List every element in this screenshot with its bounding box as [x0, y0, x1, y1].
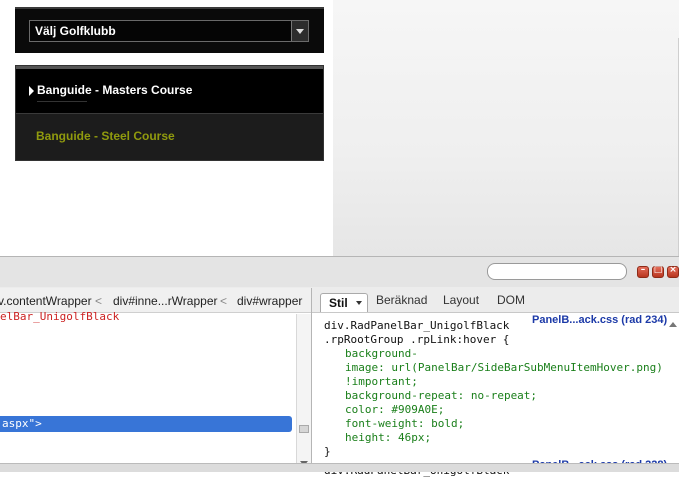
- html-code-line: elBar_UnigolfBlack: [0, 310, 120, 323]
- css-declaration[interactable]: font-weight: bold;: [345, 417, 464, 430]
- club-select-container: Välj Golfklubb: [15, 7, 324, 53]
- vertical-scrollbar[interactable]: [296, 314, 311, 472]
- css-source-link[interactable]: PanelB...ack.css (rad 234): [532, 314, 667, 326]
- tab-label: Stil: [329, 296, 348, 310]
- course-panelbar: Banguide - Masters Course Banguide - Ste…: [15, 65, 324, 161]
- breadcrumb-item[interactable]: div#wrapper: [237, 294, 302, 308]
- selected-html-node[interactable]: aspx">: [0, 416, 292, 432]
- tab-beraknad[interactable]: Beräknad: [376, 293, 427, 312]
- breadcrumb-item[interactable]: v.contentWrapper: [0, 294, 92, 308]
- scrollbar-thumb[interactable]: [299, 425, 309, 433]
- breadcrumb-separator: <: [220, 294, 228, 308]
- breadcrumb-item[interactable]: div#inne...rWrapper: [113, 294, 218, 308]
- css-selector: div.RadPanelBar_UnigolfBlack: [324, 319, 510, 332]
- tab-dom[interactable]: DOM: [497, 293, 525, 312]
- css-declaration[interactable]: !important;: [345, 375, 418, 388]
- close-icon[interactable]: ×: [667, 265, 679, 278]
- club-select-label: Välj Golfklubb: [35, 24, 116, 38]
- chevron-down-icon[interactable]: [291, 21, 308, 41]
- caret-right-icon: [29, 86, 34, 96]
- panelbar-item-label: Banguide - Steel Course: [36, 129, 175, 143]
- style-tabs: Stil Beräknad Layout DOM: [312, 288, 679, 313]
- vertical-scrollbar[interactable]: [667, 314, 679, 472]
- css-declaration[interactable]: color: #909A0E;: [345, 403, 444, 416]
- tab-layout[interactable]: Layout: [443, 293, 479, 312]
- html-code-line: aspx">: [2, 417, 42, 430]
- devtools-toolbar: – □ ×: [0, 257, 679, 287]
- chevron-down-icon: [356, 301, 362, 305]
- scroll-up-icon[interactable]: [669, 322, 677, 327]
- divider: [37, 101, 87, 102]
- panelbar-item-label: Banguide - Masters Course: [37, 83, 193, 97]
- panelbar-item-masters[interactable]: Banguide - Masters Course: [16, 69, 323, 114]
- css-declaration[interactable]: background-repeat: no-repeat;: [345, 389, 537, 402]
- devtools-search-input[interactable]: [487, 263, 627, 280]
- maximize-icon[interactable]: □: [652, 265, 664, 278]
- css-selector: .rpRootGroup .rpLink:hover {: [324, 333, 510, 346]
- minimize-icon[interactable]: –: [637, 265, 649, 278]
- html-panel: v.contentWrapper < div#inne...rWrapper <…: [0, 288, 312, 472]
- tab-stil[interactable]: Stil: [320, 293, 368, 312]
- css-declaration[interactable]: height: 46px;: [345, 431, 431, 444]
- page-background: [333, 0, 679, 256]
- breadcrumb-separator: <: [95, 294, 103, 308]
- style-panel: Stil Beräknad Layout DOM PanelB...ack.cs…: [312, 288, 679, 477]
- css-rule-close: }: [324, 445, 331, 458]
- css-declaration[interactable]: background-: [345, 347, 418, 360]
- css-declaration[interactable]: image: url(PanelBar/SideBarSubMenuItemHo…: [345, 361, 663, 374]
- panelbar-item-steel[interactable]: Banguide - Steel Course: [16, 114, 323, 160]
- webpage-content: Välj Golfklubb Banguide - Masters Course…: [0, 0, 333, 256]
- devtools-panel: – □ × v.contentWrapper < div#inne...rWra…: [0, 256, 679, 477]
- club-select-dropdown[interactable]: Välj Golfklubb: [29, 20, 309, 42]
